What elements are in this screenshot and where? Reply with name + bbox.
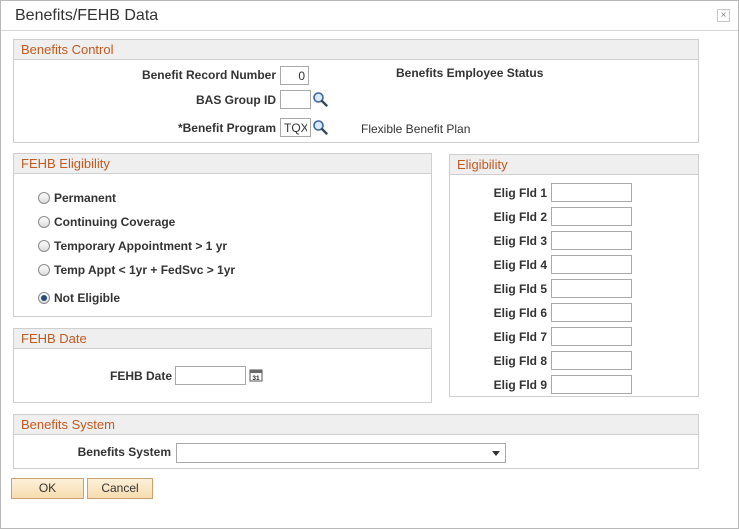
elig-fld-1-label: Elig Fld 1 [493, 186, 547, 200]
benefits-system-group: Benefits System Benefits System [13, 414, 699, 469]
close-icon[interactable]: × [717, 9, 730, 22]
benefit-program-field[interactable] [280, 118, 311, 137]
elig-fld-3-field[interactable] [551, 231, 632, 250]
benefit-program-description: Flexible Benefit Plan [361, 122, 471, 136]
ok-button[interactable]: OK [11, 478, 84, 499]
elig-fld-5-field[interactable] [551, 279, 632, 298]
fehb-eligibility-group: FEHB Eligibility Permanent Continuing Co… [13, 153, 432, 317]
benefit-record-number-label: Benefit Record Number [141, 68, 276, 82]
elig-fld-7-field[interactable] [551, 327, 632, 346]
elig-fld-8-field[interactable] [551, 351, 632, 370]
bas-group-id-field[interactable] [280, 90, 311, 109]
benefit-program-label: *Benefit Program [177, 121, 276, 135]
fehb-date-field[interactable] [175, 366, 246, 385]
dialog-title: Benefits/FEHB Data [15, 7, 159, 24]
radio-option-continuing-coverage[interactable]: Continuing Coverage [38, 214, 175, 230]
radio-label: Temporary Appointment > 1 yr [54, 238, 228, 253]
benefit-record-number-field[interactable] [280, 66, 309, 85]
elig-fld-6-label: Elig Fld 6 [493, 306, 547, 320]
elig-fld-9-label: Elig Fld 9 [493, 378, 547, 392]
benefits-system-header: Benefits System [14, 415, 698, 435]
benefit-program-lookup-icon[interactable] [312, 119, 328, 135]
radio-continuing-coverage[interactable] [38, 215, 50, 228]
elig-fld-3-label: Elig Fld 3 [493, 234, 547, 248]
radio-permanent[interactable] [38, 191, 50, 204]
elig-fld-2-field[interactable] [551, 207, 632, 226]
radio-temporary-appointment[interactable] [38, 239, 50, 252]
svg-text:31: 31 [252, 375, 260, 382]
radio-label: Temp Appt < 1yr + FedSvc > 1yr [54, 262, 236, 277]
radio-temp-appt-fedsvc[interactable] [38, 263, 50, 276]
elig-fld-8-label: Elig Fld 8 [493, 354, 547, 368]
elig-fld-4-field[interactable] [551, 255, 632, 274]
fehb-date-header: FEHB Date [14, 329, 431, 349]
cancel-button[interactable]: Cancel [87, 478, 153, 499]
radio-option-temporary-appointment[interactable]: Temporary Appointment > 1 yr [38, 238, 227, 254]
elig-fld-2-label: Elig Fld 2 [493, 210, 547, 224]
bas-group-lookup-icon[interactable] [312, 91, 328, 107]
elig-fld-9-field[interactable] [551, 375, 632, 394]
bas-group-id-label: BAS Group ID [196, 93, 276, 107]
benefits-control-header: Benefits Control [14, 40, 698, 60]
dialog-titlebar: Benefits/FEHB Data × [1, 1, 738, 31]
radio-label: Continuing Coverage [54, 214, 176, 229]
elig-fld-4-label: Elig Fld 4 [493, 258, 547, 272]
radio-label: Not Eligible [54, 290, 120, 305]
radio-not-eligible[interactable] [38, 291, 50, 304]
chevron-down-icon [492, 451, 500, 456]
elig-fld-5-label: Elig Fld 5 [493, 282, 547, 296]
radio-option-temp-appt-fedsvc[interactable]: Temp Appt < 1yr + FedSvc > 1yr [38, 262, 235, 278]
eligibility-header: Eligibility [450, 155, 698, 175]
fehb-eligibility-header: FEHB Eligibility [14, 154, 431, 174]
radio-option-not-eligible[interactable]: Not Eligible [38, 290, 120, 306]
elig-fld-1-field[interactable] [551, 183, 632, 202]
calendar-icon[interactable]: 31 [249, 368, 263, 382]
benefits-control-group: Benefits Control Benefit Record Number B… [13, 39, 699, 143]
fehb-date-label: FEHB Date [109, 369, 172, 383]
benefits-employee-status-label: Benefits Employee Status [396, 66, 544, 80]
benefits-system-label: Benefits System [77, 445, 171, 459]
benefits-system-select[interactable] [176, 443, 506, 463]
fehb-date-group: FEHB Date FEHB Date 31 [13, 328, 432, 403]
elig-fld-7-label: Elig Fld 7 [493, 330, 547, 344]
elig-fld-6-field[interactable] [551, 303, 632, 322]
radio-option-permanent[interactable]: Permanent [38, 190, 116, 206]
benefits-fehb-dialog: Benefits/FEHB Data × Benefits Control Be… [0, 0, 739, 529]
radio-label: Permanent [54, 190, 117, 205]
eligibility-group: Eligibility Elig Fld 1 Elig Fld 2 Elig F… [449, 154, 699, 397]
